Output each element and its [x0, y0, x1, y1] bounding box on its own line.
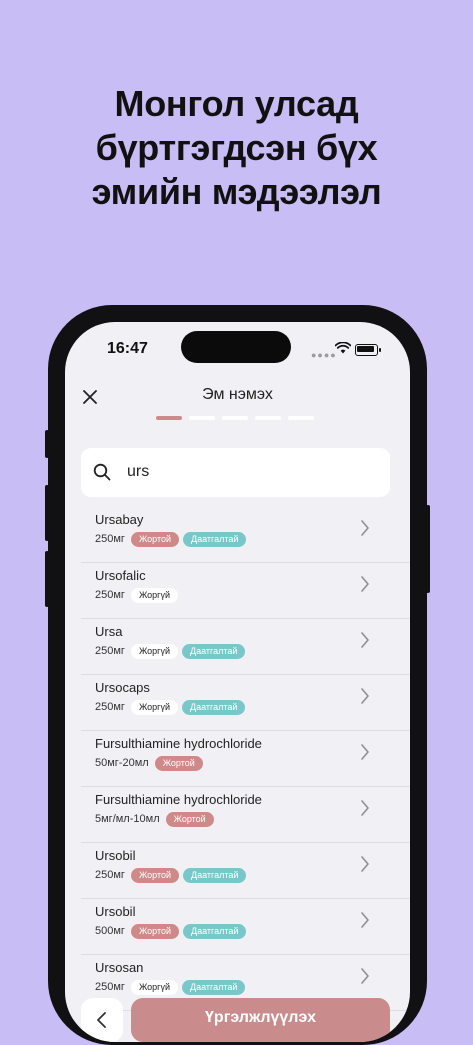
step-indicator — [222, 416, 248, 420]
tag-prescription: Жортой — [130, 923, 180, 939]
phone-frame: 16:47 ●●●● Эм нэмэх Ursabay250мгЖор — [45, 305, 430, 1045]
app-screen: 16:47 ●●●● Эм нэмэх Ursabay250мгЖор — [65, 322, 410, 1042]
medicine-dose: 250мг — [95, 981, 125, 993]
tag-otc: Жоргүй — [130, 979, 178, 995]
status-bar: 16:47 ●●●● — [65, 322, 410, 376]
medicine-row[interactable]: Ursabay 250мг Жортой Даатгалтай — [65, 507, 410, 563]
chevron-right-icon — [361, 688, 369, 704]
medicine-dose: 500мг — [95, 925, 125, 937]
tag-otc: Жоргүй — [130, 643, 178, 659]
search-icon — [93, 463, 111, 481]
medicine-meta: 500мг Жортой Даатгалтай — [95, 923, 250, 939]
medicine-name: Fursulthiamine hydrochloride — [95, 792, 262, 807]
medicine-meta: 250мг Жоргүй — [95, 587, 182, 603]
step-indicator — [156, 416, 182, 420]
tag-insured: Даатгалтай — [183, 867, 247, 883]
tag-insured: Даатгалтай — [183, 531, 247, 547]
search-box[interactable] — [81, 448, 390, 497]
medicine-name: Ursofalic — [95, 568, 146, 583]
chevron-right-icon — [361, 576, 369, 592]
tag-prescription: Жортой — [130, 531, 180, 547]
medicine-dose: 5мг/мл-10мл — [95, 813, 160, 825]
volume-up-button — [45, 485, 49, 541]
tag-otc: Жоргүй — [130, 699, 178, 715]
medicine-name: Fursulthiamine hydrochloride — [95, 736, 262, 751]
chevron-right-icon — [361, 744, 369, 760]
tag-prescription: Жортой — [165, 811, 214, 827]
back-button[interactable] — [81, 998, 123, 1042]
medicine-row[interactable]: Ursobil 500мг Жортой Даатгалтай — [65, 899, 410, 955]
medicine-name: Ursocaps — [95, 680, 150, 695]
chevron-right-icon — [361, 632, 369, 648]
medicine-dose: 250мг — [95, 869, 125, 881]
tag-prescription: Жортой — [130, 867, 180, 883]
headline-line-2: бүртгэгдсэн бүх — [95, 127, 378, 168]
medicine-meta: 250мг Жортой Даатгалтай — [95, 531, 250, 547]
tag-insured: Даатгалтай — [181, 643, 246, 659]
step-indicator — [189, 416, 215, 420]
cellular-signal-icon: ●●●● — [311, 350, 337, 360]
dynamic-island — [181, 331, 291, 363]
battery-icon — [355, 344, 381, 356]
page-title: Эм нэмэх — [202, 386, 273, 403]
medicine-name: Ursobil — [95, 904, 136, 919]
medicine-row[interactable]: Ursobil 250мг Жортой Даатгалтай — [65, 843, 410, 899]
headline-line-1: Монгол улсад — [114, 83, 359, 124]
chevron-right-icon — [361, 800, 369, 816]
medicine-dose: 250мг — [95, 645, 125, 657]
medicine-dose: 250мг — [95, 589, 125, 601]
tag-insured: Даатгалтай — [183, 923, 247, 939]
volume-down-button — [45, 551, 49, 607]
medicine-row[interactable]: Fursulthiamine hydrochloride 5мг/мл-10мл Ж… — [65, 787, 410, 843]
medicine-row[interactable]: Ursofalic 250мг Жоргүй — [65, 563, 410, 619]
medicine-dose: 250мг — [95, 701, 125, 713]
chevron-right-icon — [361, 968, 369, 984]
step-indicator — [255, 416, 281, 420]
medicine-row[interactable]: Ursocaps 250мг Жоргүй Даатгалтай — [65, 675, 410, 731]
search-input[interactable] — [127, 463, 377, 481]
status-time: 16:47 — [107, 340, 148, 357]
tag-prescription: Жортой — [154, 755, 203, 771]
medicine-meta: 250мг Жоргүй Даатгалтай — [95, 643, 249, 659]
chevron-right-icon — [361, 520, 369, 536]
chevron-right-icon — [361, 912, 369, 928]
headline-line-3: эмийн мэдээлэл — [91, 171, 382, 212]
continue-button[interactable]: Үргэлжлүүлэх — [131, 998, 390, 1042]
power-button — [426, 505, 430, 593]
medicine-meta: 250мг Жоргүй Даатгалтай — [95, 699, 249, 715]
medicine-meta: 50мг-20мл Жортой — [95, 755, 207, 771]
medicine-name: Ursabay — [95, 512, 144, 527]
tag-otc: Жоргүй — [130, 587, 178, 603]
medicine-dose: 250мг — [95, 533, 125, 545]
tag-insured: Даатгалтай — [181, 699, 246, 715]
medicine-name: Ursobil — [95, 848, 136, 863]
medicine-row[interactable]: Ursa 250мг Жоргүй Даатгалтай — [65, 619, 410, 675]
step-indicator — [288, 416, 314, 420]
medicine-meta: 5мг/мл-10мл Жортой — [95, 811, 218, 827]
medicine-row[interactable]: Fursulthiamine hydrochloride 50мг-20мл Жор… — [65, 731, 410, 787]
tag-insured: Даатгалтай — [181, 979, 246, 995]
chevron-left-icon — [97, 1012, 106, 1028]
wifi-icon — [335, 342, 351, 354]
medicine-name: Ursa — [95, 624, 123, 639]
headline: Монгол улсад бүртгэгдсэн бүх эмийн мэдээ… — [0, 82, 473, 214]
medicine-meta: 250мг Жоргүй Даатгалтай — [95, 979, 249, 995]
mute-switch — [45, 430, 49, 458]
chevron-right-icon — [361, 856, 369, 872]
medicine-name: Ursosan — [95, 960, 144, 975]
medicine-meta: 250мг Жортой Даатгалтай — [95, 867, 250, 883]
medicine-dose: 50мг-20мл — [95, 757, 149, 769]
